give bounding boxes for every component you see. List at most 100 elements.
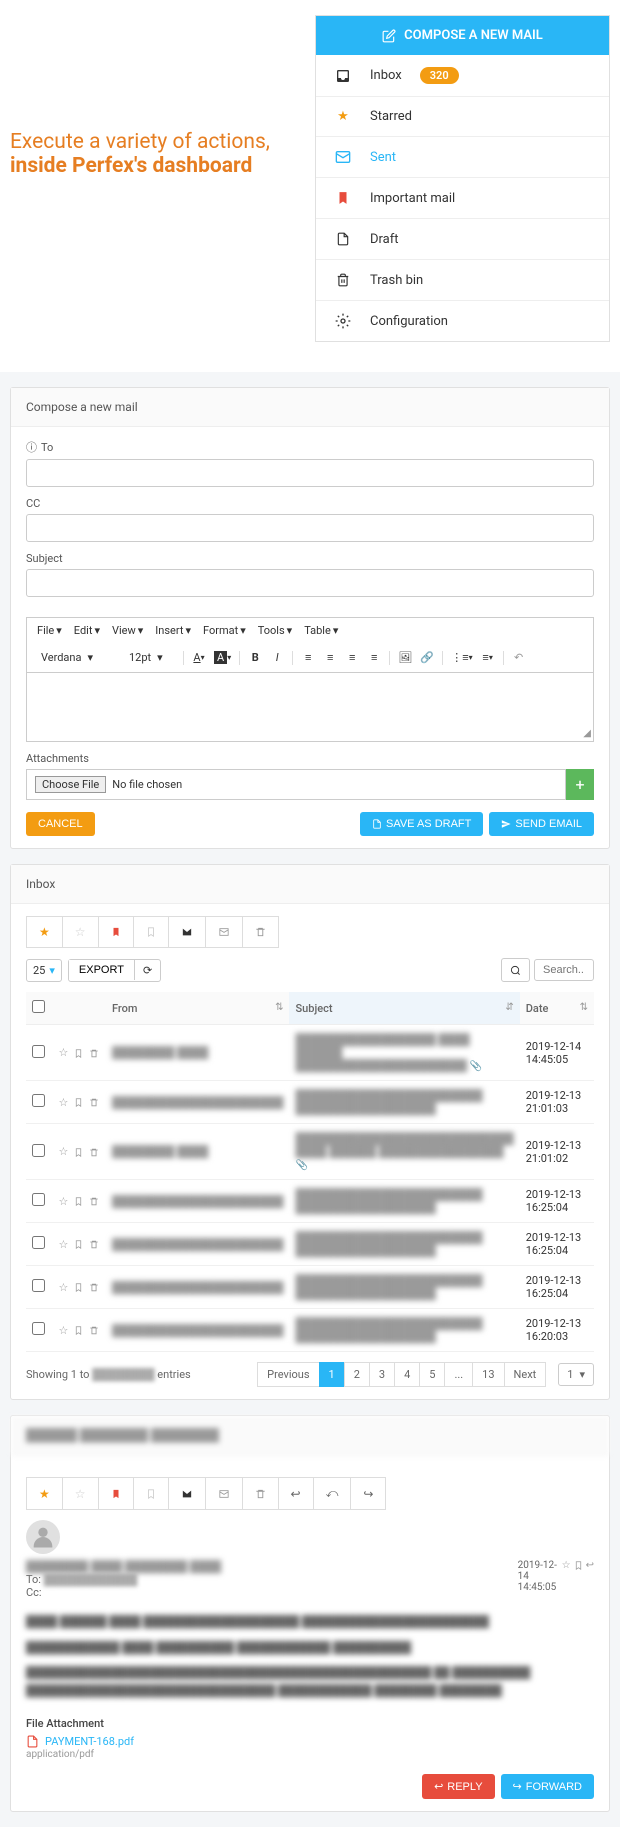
trash-icon[interactable] (89, 1046, 99, 1059)
nav-starred[interactable]: ★ Starred (316, 97, 609, 137)
resize-handle-icon[interactable]: ◢ (583, 728, 591, 739)
select-all-checkbox[interactable] (32, 1000, 45, 1013)
page-button[interactable]: 5 (419, 1362, 445, 1387)
bookmark-filled-button[interactable] (99, 1478, 134, 1509)
bookmark-outline-icon[interactable] (74, 1281, 83, 1294)
cc-input[interactable] (26, 514, 594, 542)
star-filled-button[interactable]: ★ (27, 1478, 63, 1509)
trash-icon[interactable] (89, 1324, 99, 1337)
page-jump-select[interactable]: 1 ▾ (558, 1363, 594, 1386)
trash-icon[interactable] (89, 1238, 99, 1251)
menu-table[interactable]: Table ▾ (304, 624, 338, 637)
table-row[interactable]: ☆ ████████ ████ ██████████████████ ████ … (26, 1025, 594, 1081)
menu-edit[interactable]: Edit ▾ (74, 624, 100, 637)
to-input[interactable] (26, 459, 594, 487)
star-filled-button[interactable]: ★ (27, 917, 63, 947)
nav-trash[interactable]: Trash bin (316, 260, 609, 301)
forward-button[interactable]: ↪ FORWARD (501, 1774, 594, 1799)
bookmark-outline-icon[interactable] (74, 1195, 83, 1208)
menu-insert[interactable]: Insert ▾ (155, 624, 191, 637)
search-button[interactable] (501, 958, 530, 982)
page-button[interactable]: 1 (319, 1362, 345, 1387)
prev-button[interactable]: Previous (257, 1362, 319, 1387)
search-input[interactable] (534, 959, 594, 981)
table-row[interactable]: ☆ ██████████████████████ ███████████████… (26, 1266, 594, 1309)
page-button[interactable]: 2 (344, 1362, 370, 1387)
image-icon[interactable]: 🖼 (398, 651, 412, 664)
row-checkbox[interactable] (32, 1322, 45, 1335)
table-row[interactable]: ☆ ██████████████████████ ███████████████… (26, 1081, 594, 1124)
save-draft-button[interactable]: SAVE AS DRAFT (360, 812, 483, 836)
row-checkbox[interactable] (32, 1279, 45, 1292)
align-center-icon[interactable]: ≡ (323, 651, 337, 664)
page-size-select[interactable]: 25 ▾ (26, 959, 62, 982)
row-checkbox[interactable] (32, 1236, 45, 1249)
bookmark-outline-icon[interactable] (574, 1560, 583, 1571)
bold-icon[interactable]: B (248, 651, 262, 664)
attachment-file-link[interactable]: PAYMENT-168.pdf (26, 1734, 594, 1749)
align-right-icon[interactable]: ≡ (345, 651, 359, 664)
trash-icon[interactable] (89, 1195, 99, 1208)
delete-button[interactable] (243, 917, 278, 947)
bookmark-filled-button[interactable] (99, 917, 134, 947)
bullet-list-icon[interactable]: ⋮≡ ▾ (451, 651, 472, 664)
menu-tools[interactable]: Tools ▾ (258, 624, 292, 637)
compose-new-mail-button[interactable]: COMPOSE A NEW MAIL (316, 16, 609, 55)
nav-draft[interactable]: Draft (316, 219, 609, 260)
star-outline-icon[interactable]: ☆ (59, 1096, 69, 1109)
size-selector[interactable]: 12pt ▾ (125, 649, 175, 666)
nav-sent[interactable]: Sent (316, 137, 609, 178)
file-input[interactable]: Choose File No file chosen (26, 769, 566, 800)
menu-view[interactable]: View ▾ (112, 624, 143, 637)
menu-file[interactable]: File ▾ (37, 624, 62, 637)
row-checkbox[interactable] (32, 1094, 45, 1107)
cancel-button[interactable]: CANCEL (26, 812, 95, 836)
mark-unread-button[interactable] (206, 917, 243, 947)
reply-button[interactable]: ↩ REPLY (422, 1774, 494, 1799)
trash-icon[interactable] (89, 1145, 99, 1158)
star-outline-icon[interactable]: ☆ (59, 1046, 69, 1059)
link-icon[interactable]: 🔗 (420, 651, 434, 664)
trash-icon[interactable] (89, 1096, 99, 1109)
star-outline-icon[interactable]: ☆ (59, 1238, 69, 1251)
nav-config[interactable]: Configuration (316, 301, 609, 341)
star-outline-icon[interactable]: ☆ (59, 1195, 69, 1208)
table-row[interactable]: ☆ ██████████████████████ ███████████████… (26, 1223, 594, 1266)
nav-inbox[interactable]: Inbox 320 (316, 55, 609, 97)
col-date[interactable]: Date⇅ (520, 992, 594, 1025)
reply-all-icon-button[interactable]: ⤺ (314, 1478, 352, 1509)
align-left-icon[interactable]: ≡ (301, 651, 315, 664)
bookmark-outline-icon[interactable] (74, 1096, 83, 1109)
star-outline-icon[interactable]: ☆ (59, 1145, 69, 1158)
font-selector[interactable]: Verdana ▾ (37, 649, 117, 666)
nav-important[interactable]: Important mail (316, 178, 609, 219)
star-outline-button[interactable]: ☆ (63, 1478, 99, 1509)
choose-file-button[interactable]: Choose File (35, 776, 106, 793)
page-button[interactable]: ... (444, 1362, 473, 1387)
reply-icon-button[interactable]: ↩ (279, 1478, 314, 1509)
star-outline-button[interactable]: ☆ (63, 917, 99, 947)
page-button[interactable]: 13 (472, 1362, 504, 1387)
trash-icon[interactable] (89, 1281, 99, 1294)
page-button[interactable]: 3 (369, 1362, 395, 1387)
subject-input[interactable] (26, 569, 594, 597)
send-email-button[interactable]: SEND EMAIL (489, 812, 594, 836)
bookmark-outline-button[interactable] (134, 917, 169, 947)
star-outline-icon[interactable]: ☆ (562, 1560, 571, 1571)
italic-icon[interactable]: I (270, 651, 284, 664)
number-list-icon[interactable]: ≡ ▾ (481, 651, 495, 664)
align-justify-icon[interactable]: ≡ (367, 651, 381, 664)
mark-read-button[interactable] (169, 917, 206, 947)
col-subject[interactable]: Subject⇵ (289, 992, 519, 1025)
forward-icon-button[interactable]: ↪ (351, 1478, 385, 1509)
row-checkbox[interactable] (32, 1144, 45, 1157)
next-button[interactable]: Next (504, 1362, 547, 1387)
bookmark-outline-icon[interactable] (74, 1238, 83, 1251)
table-row[interactable]: ☆ ████████ ████ ████████████████████████… (26, 1124, 594, 1180)
delete-button[interactable] (243, 1478, 279, 1509)
bookmark-outline-icon[interactable] (74, 1046, 83, 1059)
reply-icon[interactable]: ↩ (586, 1560, 594, 1571)
col-from[interactable]: From⇅ (106, 992, 289, 1025)
text-color-icon[interactable]: A ▾ (192, 651, 206, 664)
refresh-button[interactable]: ⟳ (135, 960, 160, 981)
